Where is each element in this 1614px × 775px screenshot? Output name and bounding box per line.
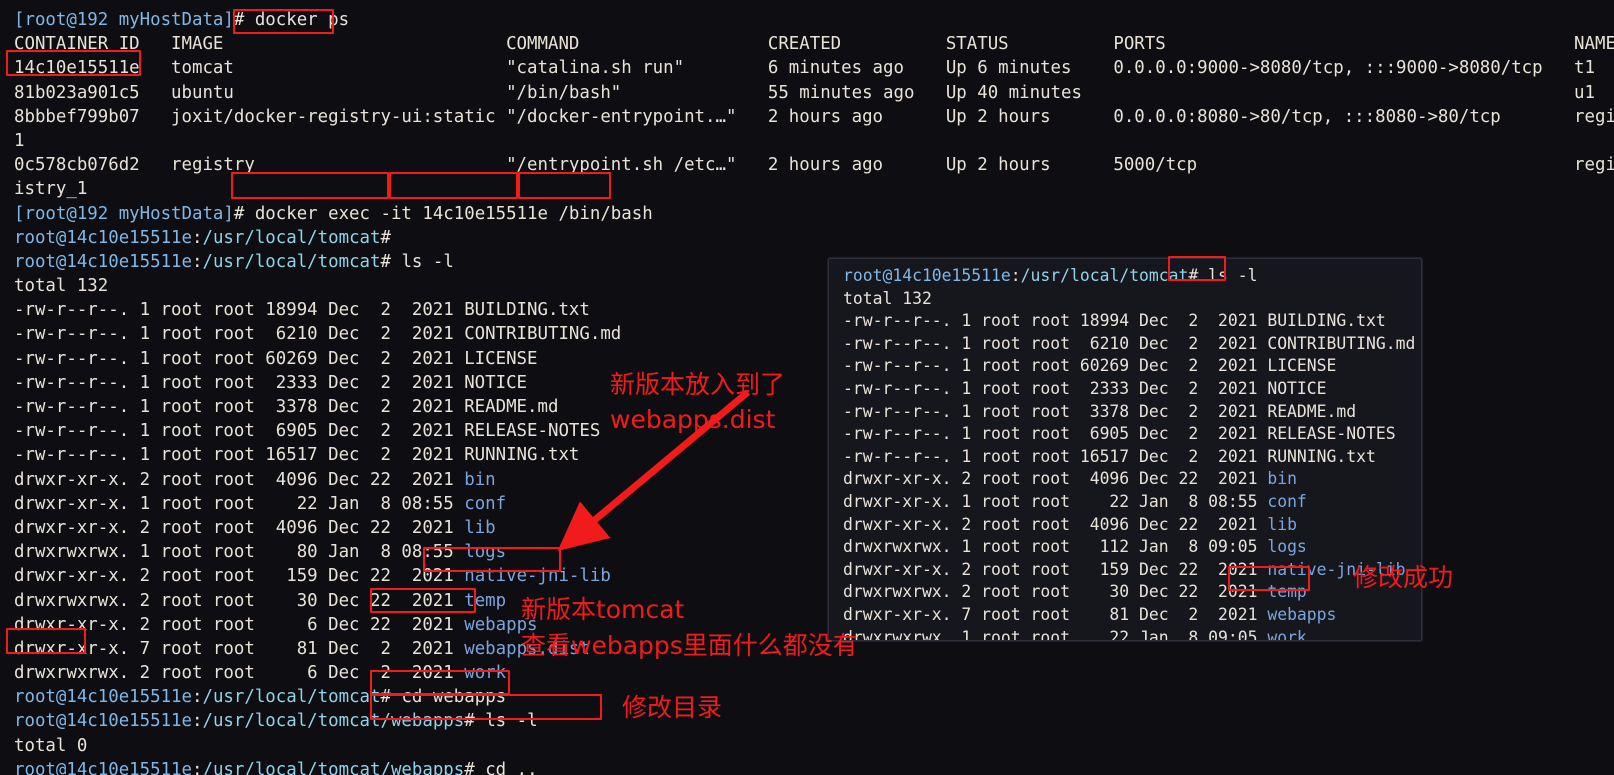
terminal-line: istry_1 [14,179,88,200]
terminal-line: root@14c10e15511e:/usr/local/tomcat# cd … [14,687,507,708]
terminal-line: [root@192 myHostData]# docker ps [14,10,350,30]
annotation-view-webapps-empty: 查看webapps里面什么都没有 [521,631,858,660]
terminal-line: 1 [14,130,25,151]
container-terminal-window[interactable]: root@14c10e15511e:/usr/local/tomcat# ls … [828,258,1422,641]
terminal-line: 8bbbef799b07 joxit/docker-registry-ui:st… [14,106,1614,127]
screenshot-root: [root@192 myHostData]# docker ps CONTAINE… [0,0,1614,775]
terminal-line: root@14c10e15511e:/usr/local/tomcat# [14,227,391,248]
terminal-line: 0c578cb076d2 registry "/entrypoint.sh /e… [14,155,1614,176]
terminal-line: 81b023a901c5 ubuntu "/bin/bash" 55 minut… [14,82,1595,103]
terminal-line: drwxrwxrwx. 1 root root 112 Jan 8 09:05 … [843,537,1307,557]
annotation-new-version-line1: 新版本放入到了 [610,370,786,399]
terminal-line: total 132 [843,288,932,308]
terminal-line: -rw-r--r--. 1 root root 18994 Dec 2 2021… [843,311,1386,331]
terminal-line: -rw-r--r--. 1 root root 3378 Dec 2 2021 … [843,401,1357,421]
terminal-line: root@14c10e15511e:/usr/local/tomcat# ls … [843,266,1258,285]
terminal-line: root@14c10e15511e:/usr/local/tomcat/weba… [14,759,538,775]
annotation-new-version-line2: webapps.dist [610,405,776,434]
terminal-line: drwxrwxrwx. 1 root root 22 Jan 8 09:05 w… [843,627,1307,641]
terminal-line: -rw-r--r--. 1 root root 16517 Dec 2 2021… [843,446,1376,466]
terminal-line: drwxr-xr-x. 1 root root 22 Jan 8 08:55 c… [843,491,1307,511]
terminal-line: drwxrwxrwx. 2 root root 6 Dec 2 2021 wor… [14,663,507,684]
terminal-line: -rw-r--r--. 1 root root 60269 Dec 2 2021… [843,356,1337,376]
terminal-line: -rw-r--r--. 1 root root 6210 Dec 2 2021 … [843,333,1416,353]
terminal-line: 14c10e15511e tomcat "catalina.sh run" 6 … [14,58,1595,79]
terminal-line: [root@192 myHostData]# docker exec -it 1… [14,203,653,224]
terminal-line: root@14c10e15511e:/usr/local/tomcat/weba… [14,711,538,732]
terminal-line: drwxr-xr-x. 2 root root 159 Dec 22 2021 … [843,559,1406,579]
terminal-line: -rw-r--r--. 1 root root 2333 Dec 2 2021 … [843,378,1327,398]
annotation-modify-directory: 修改目录 [622,693,723,722]
annotation-modify-success: 修改成功 [1353,563,1454,592]
terminal-line: drwxrwxrwx. 2 root root 30 Dec 22 2021 t… [843,582,1307,602]
terminal-line: drwxr-xr-x. 7 root root 81 Dec 2 2021 we… [843,604,1337,624]
terminal-line: drwxr-xr-x. 2 root root 4096 Dec 22 2021… [843,514,1297,534]
terminal-line: CONTAINER ID IMAGE COMMAND CREATED STATU… [14,34,1614,55]
terminal-line: -rw-r--r--. 1 root root 6905 Dec 2 2021 … [843,424,1396,444]
terminal-line: total 0 [14,735,88,756]
terminal-line: drwxr-xr-x. 2 root root 4096 Dec 22 2021… [843,469,1297,489]
container-terminal[interactable]: root@14c10e15511e:/usr/local/tomcat# ls … [829,259,1421,641]
annotation-new-tomcat: 新版本tomcat [521,595,685,624]
